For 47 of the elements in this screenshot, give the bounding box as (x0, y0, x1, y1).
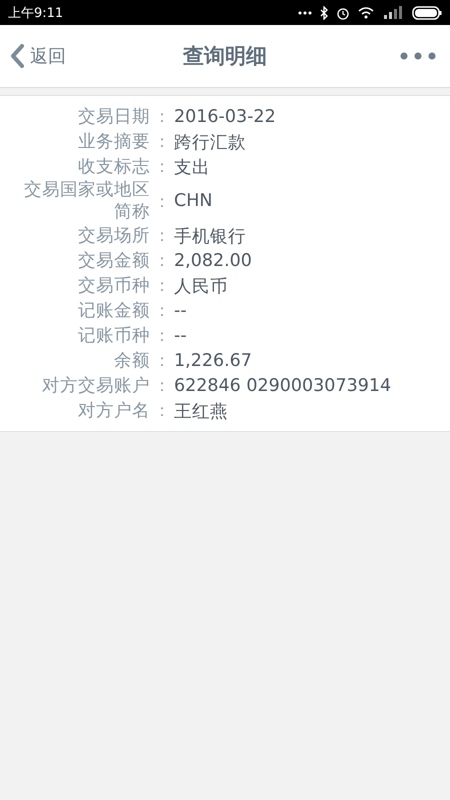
colon: ： (152, 156, 172, 178)
field-value: 2,082.00 (174, 250, 252, 270)
colon: ： (152, 350, 172, 372)
status-time: 上午9:11 (8, 4, 64, 22)
colon: ： (152, 300, 172, 322)
field-label: 业务摘要 (77, 130, 150, 152)
alarm-icon (336, 6, 350, 20)
field-value: -- (174, 326, 187, 346)
colon: ： (152, 375, 172, 397)
more-icon (400, 52, 436, 60)
field-label: 记账币种 (77, 324, 150, 346)
colon: ： (152, 400, 172, 422)
field-label: 交易币种 (77, 274, 150, 296)
colon: ： (152, 250, 172, 272)
field-value: -- (174, 300, 187, 320)
field-label: 收支标志 (77, 156, 150, 178)
back-button[interactable]: 返回 (10, 44, 66, 68)
field-label: 余额 (113, 350, 150, 372)
field-label: 交易国家或地区简称 (23, 179, 150, 223)
field-value: 人民币 (174, 276, 228, 298)
colon: ： (152, 131, 172, 153)
colon: ： (152, 190, 172, 212)
field-value: 王红燕 (174, 400, 228, 422)
field-value: 2016-03-22 (174, 106, 276, 126)
bluetooth-icon (320, 6, 328, 20)
chevron-left-icon (10, 44, 24, 68)
field-label: 交易日期 (77, 106, 150, 128)
field-value: 支出 (174, 156, 210, 178)
field-label: 交易金额 (77, 250, 150, 272)
field-value: CHN (174, 191, 212, 211)
colon: ： (152, 325, 172, 347)
colon: ： (152, 225, 172, 247)
wifi-icon (358, 6, 374, 18)
field-value: 手机银行 (174, 226, 246, 248)
colon: ： (152, 106, 172, 128)
field-value: 622846 0290003073914 (174, 376, 392, 396)
field-value: 1,226.67 (174, 350, 252, 370)
signal-icon (382, 6, 404, 20)
page-title: 查询明细 (183, 43, 267, 70)
colon: ： (152, 275, 172, 297)
dots-icon (298, 10, 312, 14)
field-label: 对方户名 (77, 400, 150, 422)
battery-icon (412, 6, 442, 20)
field-label: 记账金额 (77, 300, 150, 322)
field-label: 交易场所 (77, 224, 150, 246)
field-value: 跨行汇款 (174, 132, 246, 154)
field-label: 对方交易账户 (41, 374, 150, 396)
